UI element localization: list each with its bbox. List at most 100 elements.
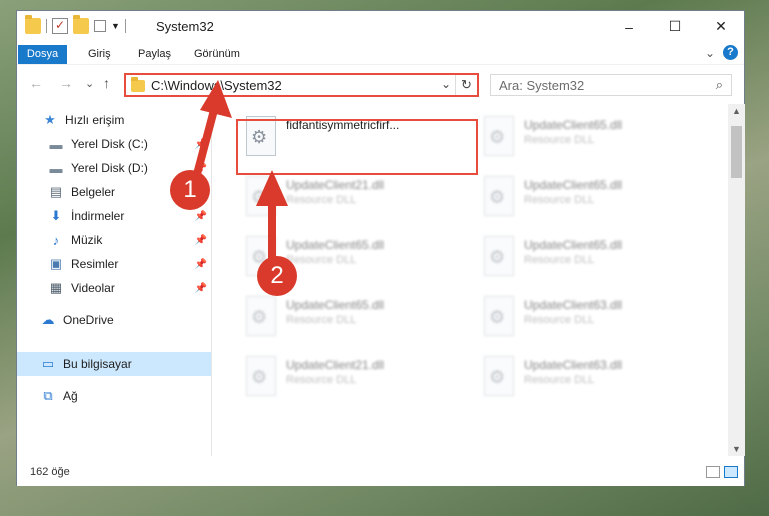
window-controls: – ☐ ✕ bbox=[606, 11, 744, 42]
onedrive-icon: ☁ bbox=[41, 312, 55, 327]
file-type: Resource DLL bbox=[286, 314, 357, 326]
sidebar-item-music[interactable]: ♪ Müzik 📌 bbox=[17, 228, 211, 252]
sidebar-item-label: Yerel Disk (C:) bbox=[71, 137, 148, 151]
item-count: 162 öğe bbox=[30, 466, 70, 478]
scroll-up-icon[interactable]: ▲ bbox=[732, 106, 741, 116]
star-icon: ★ bbox=[44, 112, 56, 127]
tab-dosya[interactable]: Dosya bbox=[18, 45, 67, 64]
dll-file-icon bbox=[246, 176, 276, 216]
vertical-scrollbar[interactable]: ▲ ▼ bbox=[728, 104, 745, 456]
file-item[interactable]: UpdateClient21.dll Resource DLL bbox=[238, 172, 468, 228]
close-button[interactable]: ✕ bbox=[698, 11, 744, 42]
file-type: Resource DLL bbox=[286, 374, 357, 386]
file-type: Resource DLL bbox=[524, 254, 595, 266]
file-explorer-window: ▼ System32 – ☐ ✕ Dosya Giriş Paylaş Görü… bbox=[16, 10, 745, 486]
documents-icon: ▤ bbox=[49, 184, 63, 199]
ribbon-right: ⌄ ? bbox=[705, 45, 738, 60]
address-dropdown-icon[interactable]: ⌄ bbox=[441, 77, 451, 91]
videos-icon: ▦ bbox=[49, 280, 63, 295]
navigation-bar: ← → ⌄ ↑ C:\Windows\System32 ⌄ ↻ Ara: Sys… bbox=[17, 64, 744, 104]
status-bar: 162 öğe bbox=[17, 456, 744, 486]
file-item[interactable]: UpdateClient63.dll Resource DLL bbox=[476, 292, 706, 348]
navigation-pane: ★ Hızlı erişim ▬ Yerel Disk (C:) 📌 ▬ Yer… bbox=[17, 104, 213, 456]
file-item[interactable]: UpdateClient65.dll Resource DLL bbox=[476, 232, 706, 288]
sidebar-item-videos[interactable]: ▦ Videolar 📌 bbox=[17, 276, 211, 300]
file-name: UpdateClient65.dll bbox=[524, 178, 623, 192]
up-button[interactable]: ↑ bbox=[103, 75, 110, 91]
file-type: Resource DLL bbox=[524, 314, 595, 326]
sidebar-item-network[interactable]: ⧉ Ağ bbox=[17, 384, 211, 408]
file-name: UpdateClient21.dll bbox=[286, 178, 385, 192]
step-1-badge: 1 bbox=[170, 170, 210, 210]
sidebar-item-label: İndirmeler bbox=[71, 209, 125, 223]
sidebar-item-this-pc[interactable]: ▭ Bu bilgisayar bbox=[17, 352, 211, 376]
customize-toolbar-icon[interactable] bbox=[94, 20, 106, 32]
tab-gorunum[interactable]: Görünüm bbox=[194, 45, 240, 64]
pin-icon[interactable]: 📌 bbox=[195, 283, 207, 294]
search-icon[interactable]: ⌕ bbox=[716, 77, 723, 93]
window-title: System32 bbox=[156, 19, 214, 34]
sidebar-item-quick-access[interactable]: ★ Hızlı erişim bbox=[17, 108, 211, 132]
network-icon: ⧉ bbox=[43, 388, 53, 403]
file-item[interactable]: UpdateClient65.dll Resource DLL bbox=[476, 112, 706, 168]
dll-file-icon bbox=[484, 116, 514, 156]
refresh-button[interactable]: ↻ bbox=[455, 75, 477, 95]
maximize-button[interactable]: ☐ bbox=[652, 11, 698, 42]
address-bar[interactable]: C:\Windows\System32 ⌄ ↻ bbox=[124, 73, 479, 97]
sidebar-item-label: Hızlı erişim bbox=[65, 113, 125, 127]
details-view-icon[interactable] bbox=[706, 466, 720, 478]
pin-icon[interactable]: 📌 bbox=[195, 235, 207, 246]
music-icon: ♪ bbox=[52, 232, 60, 248]
file-name: UpdateClient65.dll bbox=[286, 298, 385, 312]
sidebar-item-label: Ağ bbox=[63, 389, 78, 403]
search-box[interactable]: Ara: System32 ⌕ bbox=[490, 74, 732, 96]
pin-icon[interactable]: 📌 bbox=[195, 211, 207, 222]
help-icon[interactable]: ? bbox=[723, 45, 738, 60]
step-2-badge: 2 bbox=[257, 256, 297, 296]
divider bbox=[46, 19, 47, 33]
large-icons-view-icon[interactable] bbox=[724, 466, 738, 478]
new-folder-icon[interactable] bbox=[73, 15, 89, 34]
search-input[interactable]: Ara: System32 bbox=[499, 78, 584, 93]
target-file-highlight bbox=[236, 119, 478, 175]
sidebar-item-pictures[interactable]: ▣ Resimler 📌 bbox=[17, 252, 211, 276]
address-path[interactable]: C:\Windows\System32 bbox=[151, 78, 282, 93]
sidebar-item-label: Belgeler bbox=[71, 185, 116, 199]
pictures-icon: ▣ bbox=[49, 256, 63, 271]
minimize-button[interactable]: – bbox=[606, 11, 652, 42]
scrollbar-thumb[interactable] bbox=[731, 126, 742, 178]
sidebar-item-disk-c[interactable]: ▬ Yerel Disk (C:) 📌 bbox=[17, 132, 211, 156]
file-name: UpdateClient21.dll bbox=[286, 358, 385, 372]
pane-divider[interactable] bbox=[211, 104, 212, 456]
sidebar-item-label: Bu bilgisayar bbox=[63, 357, 132, 371]
file-item[interactable]: UpdateClient21.dll Resource DLL bbox=[238, 352, 468, 408]
tab-giris[interactable]: Giriş bbox=[88, 45, 111, 64]
chevron-down-icon[interactable]: ▼ bbox=[111, 21, 120, 31]
file-name: UpdateClient65.dll bbox=[286, 238, 385, 252]
sidebar-item-label: Resimler bbox=[71, 257, 119, 271]
file-name: UpdateClient65.dll bbox=[524, 238, 623, 252]
pin-icon[interactable]: 📌 bbox=[195, 259, 207, 270]
scroll-down-icon[interactable]: ▼ bbox=[732, 444, 741, 454]
properties-icon[interactable] bbox=[52, 18, 68, 34]
computer-icon: ▭ bbox=[41, 356, 55, 371]
tab-paylas[interactable]: Paylaş bbox=[138, 45, 171, 64]
forward-button[interactable]: → bbox=[59, 75, 73, 91]
file-item[interactable]: UpdateClient63.dll Resource DLL bbox=[476, 352, 706, 408]
file-item[interactable]: UpdateClient65.dll Resource DLL bbox=[238, 292, 468, 348]
file-name: UpdateClient63.dll bbox=[524, 298, 623, 312]
file-name: UpdateClient65.dll bbox=[524, 118, 623, 132]
file-type: Resource DLL bbox=[524, 134, 595, 146]
quick-access-toolbar: ▼ bbox=[25, 15, 126, 34]
expand-ribbon-icon[interactable]: ⌄ bbox=[705, 46, 715, 60]
recent-locations-button[interactable]: ⌄ bbox=[85, 77, 94, 90]
ribbon-tabs: Dosya Giriş Paylaş Görünüm ⌄ ? bbox=[17, 42, 744, 64]
drive-icon: ▬ bbox=[49, 136, 63, 152]
file-item[interactable]: UpdateClient65.dll Resource DLL bbox=[476, 172, 706, 228]
file-name: UpdateClient63.dll bbox=[524, 358, 623, 372]
folder-icon[interactable] bbox=[25, 15, 41, 34]
back-button[interactable]: ← bbox=[29, 75, 43, 91]
pin-icon[interactable]: 📌 bbox=[195, 139, 207, 150]
sidebar-item-onedrive[interactable]: ☁ OneDrive bbox=[17, 308, 211, 332]
sidebar-item-label: Müzik bbox=[71, 233, 103, 247]
